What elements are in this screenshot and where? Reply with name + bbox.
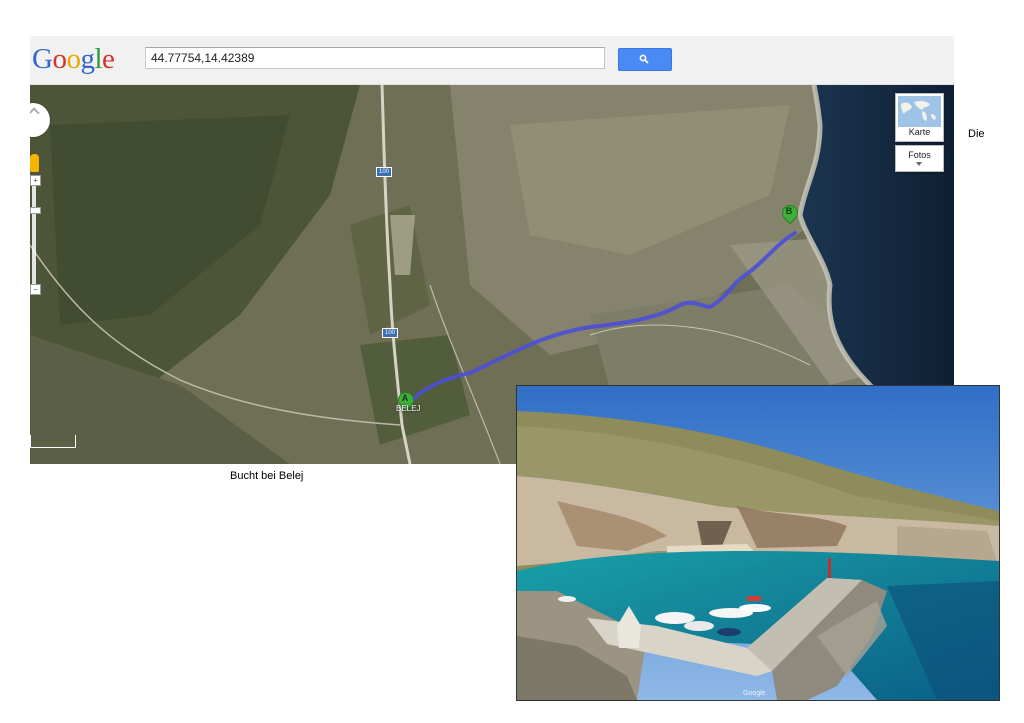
map-type-karte-button[interactable]: Karte bbox=[895, 93, 944, 142]
pegman-icon[interactable] bbox=[30, 154, 39, 172]
google-header: Google bbox=[30, 36, 954, 85]
zoom-slider-thumb[interactable] bbox=[30, 207, 41, 214]
search-icon bbox=[639, 54, 649, 64]
photo-watermark: Google bbox=[743, 690, 766, 697]
search-input[interactable] bbox=[145, 47, 605, 69]
zoom-slider[interactable] bbox=[32, 175, 36, 291]
logo-letter: g bbox=[80, 43, 95, 75]
google-logo[interactable]: Google bbox=[32, 41, 115, 77]
road-number-badge: 100 bbox=[376, 167, 393, 177]
logo-letter: o bbox=[66, 43, 81, 75]
map-scale-bar bbox=[30, 435, 76, 448]
logo-letter: e bbox=[102, 43, 115, 75]
search-button[interactable] bbox=[618, 48, 672, 71]
logo-letter: l bbox=[94, 43, 103, 75]
chevron-down-icon bbox=[916, 162, 922, 166]
zoom-in-button[interactable]: + bbox=[30, 175, 41, 186]
town-label: BELEJ bbox=[396, 404, 421, 413]
bay-photo[interactable]: Google bbox=[516, 385, 1000, 701]
logo-letter: G bbox=[32, 43, 53, 75]
zoom-out-button[interactable]: − bbox=[30, 284, 41, 295]
road-number-badge: 100 bbox=[382, 328, 399, 338]
bay-photo-image: Google bbox=[517, 386, 999, 700]
map-caption: Bucht bei Belej bbox=[230, 470, 304, 482]
side-text: Die bbox=[968, 128, 985, 140]
logo-letter: o bbox=[52, 43, 67, 75]
world-map-icon bbox=[898, 96, 941, 127]
map-type-fotos-button[interactable]: Fotos bbox=[895, 145, 944, 172]
marker-a-label: A bbox=[401, 393, 409, 403]
map-type-karte-label: Karte bbox=[908, 127, 931, 137]
marker-b-label: B bbox=[785, 206, 793, 216]
map-type-fotos-label: Fotos bbox=[908, 150, 931, 160]
